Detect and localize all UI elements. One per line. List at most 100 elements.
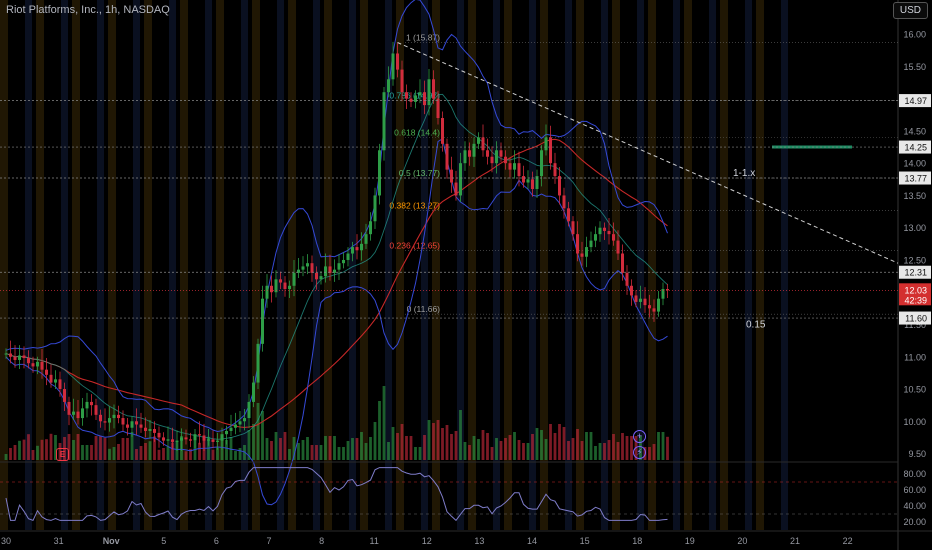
volume-bar bbox=[351, 438, 354, 460]
session-band bbox=[720, 0, 728, 530]
candle-body bbox=[252, 382, 255, 402]
candle-body bbox=[171, 439, 174, 442]
candle-body bbox=[166, 439, 170, 441]
volume-bar bbox=[148, 441, 152, 460]
candle-body bbox=[189, 439, 192, 441]
candle-body bbox=[198, 434, 201, 436]
volume-bar bbox=[360, 432, 363, 460]
events-icon[interactable]: E bbox=[56, 448, 69, 461]
candle-body bbox=[400, 69, 404, 93]
price-tick-label: 16.00 bbox=[903, 30, 926, 40]
volume-bar bbox=[481, 430, 485, 460]
candle-body bbox=[508, 163, 512, 170]
candle-body bbox=[625, 272, 629, 286]
candle-body bbox=[247, 401, 251, 419]
candle-body bbox=[373, 195, 377, 222]
time-tick-label: 22 bbox=[843, 536, 853, 546]
candle-body bbox=[481, 137, 485, 151]
candle-body bbox=[108, 418, 111, 423]
candle-body bbox=[216, 440, 219, 442]
volume-bar bbox=[346, 441, 350, 460]
volume-bar bbox=[72, 440, 75, 460]
volume-bar bbox=[652, 444, 656, 460]
candle-body bbox=[31, 363, 35, 367]
candle-body bbox=[616, 240, 620, 254]
volume-bar bbox=[616, 442, 620, 460]
candle-body bbox=[598, 227, 602, 235]
volume-bar bbox=[126, 438, 129, 460]
candle-body bbox=[306, 263, 309, 267]
candle-body bbox=[513, 163, 516, 170]
candle-body bbox=[459, 163, 462, 196]
candle-body bbox=[360, 243, 363, 251]
volume-bar bbox=[400, 424, 404, 460]
volume-bar bbox=[36, 445, 39, 460]
volume-bar bbox=[117, 444, 120, 460]
price-tick-label: 11.00 bbox=[904, 352, 926, 362]
volume-bar bbox=[364, 443, 368, 460]
volume-bar bbox=[288, 449, 291, 460]
volume-bar bbox=[427, 420, 431, 460]
volume-bar bbox=[486, 433, 489, 460]
rsi-tick-label: 40.00 bbox=[903, 501, 926, 511]
candle-body bbox=[265, 285, 269, 299]
candle-body bbox=[612, 234, 615, 241]
volume-bar bbox=[603, 443, 606, 460]
volume-bar bbox=[310, 445, 314, 460]
volume-bar bbox=[274, 432, 278, 460]
candle-body bbox=[567, 208, 570, 222]
candle-body bbox=[472, 143, 476, 157]
candle-body bbox=[490, 156, 494, 164]
candle-body bbox=[423, 92, 426, 106]
volume-bar bbox=[571, 438, 575, 460]
lightning-icon[interactable]: ⚡ bbox=[633, 446, 646, 459]
volume-bar bbox=[378, 401, 381, 460]
chart-canvas[interactable]: 9.5010.0010.5011.0011.5012.0012.5013.001… bbox=[0, 0, 932, 550]
currency-button[interactable]: USD bbox=[892, 2, 928, 19]
candle-body bbox=[175, 440, 179, 442]
candle-body bbox=[378, 150, 381, 196]
volume-bar bbox=[382, 386, 386, 460]
candle-body bbox=[418, 92, 422, 96]
candle-body bbox=[540, 150, 543, 177]
candle-body bbox=[553, 163, 557, 177]
candle-body bbox=[643, 298, 647, 306]
volume-bar bbox=[76, 434, 80, 460]
candle-body bbox=[283, 282, 287, 290]
candle-body bbox=[504, 156, 507, 164]
candle-body bbox=[225, 430, 228, 435]
volume-bar bbox=[472, 436, 476, 460]
volume-bar bbox=[94, 436, 98, 460]
session-band bbox=[745, 0, 752, 530]
candle-body bbox=[193, 434, 197, 441]
volume-bar bbox=[423, 435, 426, 460]
candle-body bbox=[630, 285, 633, 296]
candle-body bbox=[346, 253, 350, 260]
session-band bbox=[709, 0, 716, 530]
candle-body bbox=[634, 295, 638, 302]
candle-body bbox=[603, 227, 606, 231]
volume-bar bbox=[648, 447, 651, 460]
volume-bar bbox=[328, 436, 332, 460]
volume-bar bbox=[27, 434, 30, 460]
session-band bbox=[781, 0, 788, 530]
candle-body bbox=[40, 361, 44, 370]
volume-bar bbox=[234, 451, 237, 460]
volume-bar bbox=[4, 454, 8, 460]
candle-body bbox=[229, 427, 233, 431]
volume-bar bbox=[621, 433, 624, 460]
volume-bar bbox=[567, 441, 570, 460]
candle-body bbox=[162, 437, 165, 441]
time-tick-label: 11 bbox=[370, 536, 379, 546]
candle-body bbox=[180, 437, 183, 441]
candle-body bbox=[450, 169, 453, 183]
volume-bar bbox=[13, 445, 17, 460]
add-icon[interactable]: + bbox=[633, 430, 646, 443]
candle-body bbox=[648, 305, 651, 309]
candle-body bbox=[576, 234, 579, 254]
candle-body bbox=[58, 379, 62, 390]
candle-body bbox=[522, 176, 525, 183]
rsi-axis: 20.00 40.00 60.00 80.00 bbox=[903, 469, 926, 527]
volume-bar bbox=[513, 432, 516, 460]
volume-bar bbox=[256, 403, 260, 460]
